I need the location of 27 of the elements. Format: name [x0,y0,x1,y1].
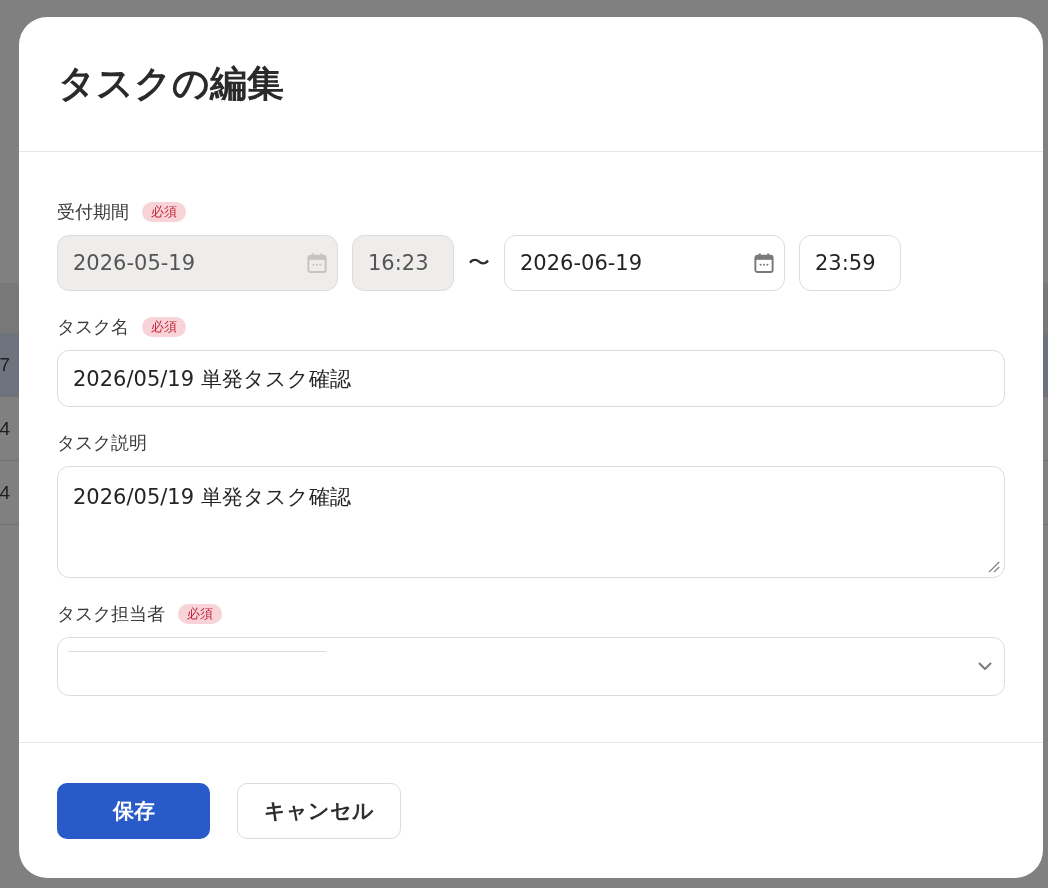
required-badge: 必須 [178,604,222,624]
field-label: 受付期間 [57,200,129,224]
save-button[interactable]: 保存 [57,782,210,839]
calendar-icon [307,253,327,273]
range-separator: 〜 [468,249,490,277]
resize-grip-icon [988,561,1000,573]
table-header-row [1043,283,1048,333]
required-badge: 必須 [142,317,186,337]
select-field[interactable] [57,637,1005,696]
text-input-field[interactable]: 2026/05/19 単発タスク確認 [57,350,1005,407]
table-cell: 4 [0,417,10,440]
table-row[interactable] [1043,333,1048,397]
field-label: タスク名 [57,315,129,339]
cancel-button[interactable]: キャンセル [237,782,401,839]
table-header-row [0,283,19,333]
calendar-icon [754,253,774,273]
date-field[interactable]: 2026-06-19 [504,235,785,291]
table-cell: 4 [0,481,10,504]
time-field[interactable]: 23:59 [799,235,901,291]
table-row[interactable]: 7 [0,333,19,397]
table-cell: 7 [0,353,10,376]
required-badge: 必須 [142,202,186,222]
textarea-field[interactable]: 2026/05/19 単発タスク確認 [57,466,1005,578]
dialog-title: タスクの編集 [58,61,284,107]
field-label: タスク担当者 [57,602,165,626]
field-label: タスク説明 [57,431,147,455]
chevron-down-icon [978,662,992,671]
